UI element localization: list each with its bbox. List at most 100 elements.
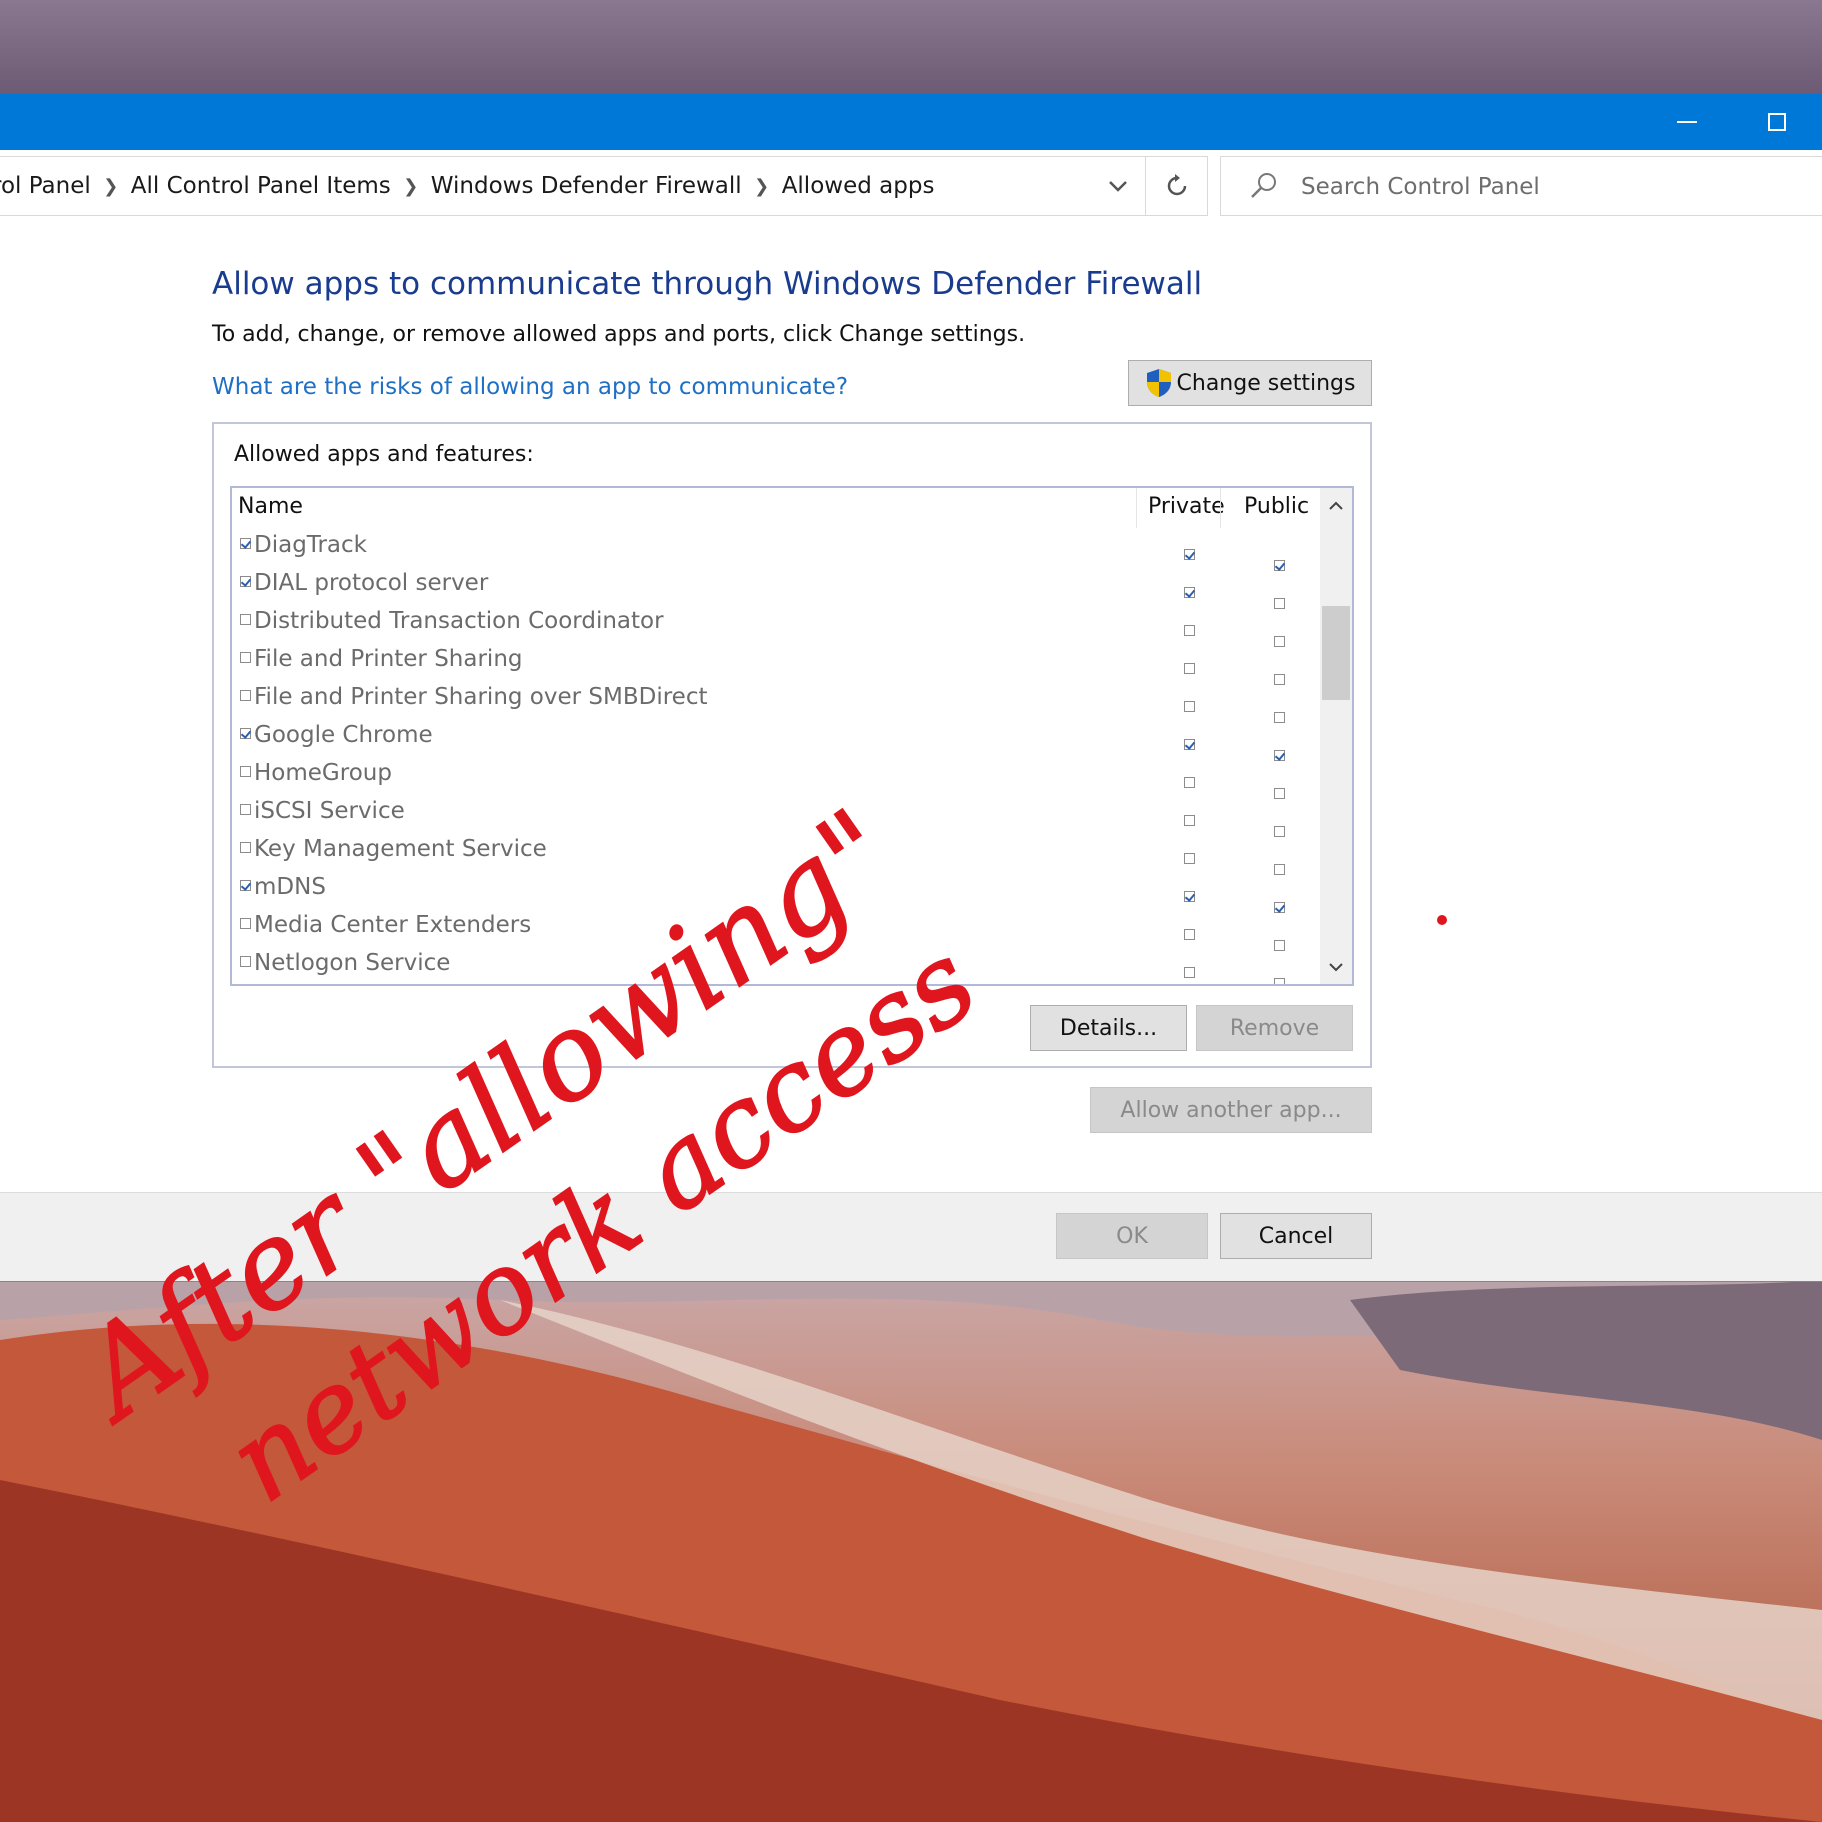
details-button[interactable]: Details... [1030, 1005, 1187, 1051]
app-name: Media Center Extenders [254, 912, 532, 938]
scroll-down-button[interactable] [1320, 950, 1352, 984]
table-row[interactable]: DiagTrack [232, 528, 1332, 571]
address-dropdown-button[interactable] [1092, 157, 1144, 215]
table-row[interactable]: File and Printer Sharing [232, 642, 1332, 685]
app-enabled-checkbox[interactable] [240, 652, 251, 663]
app-name: DIAL protocol server [254, 570, 489, 596]
public-checkbox[interactable] [1274, 978, 1285, 984]
private-checkbox[interactable] [1184, 701, 1195, 712]
app-name: File and Printer Sharing [254, 646, 523, 672]
list-scrollbar[interactable] [1320, 488, 1352, 984]
table-row[interactable]: File and Printer Sharing over SMBDirect [232, 680, 1332, 723]
breadcrumb[interactable]: rol Panel ❯ All Control Panel Items ❯ Wi… [0, 156, 1208, 216]
app-name: HomeGroup [254, 760, 392, 786]
chevron-right-icon: ❯ [754, 175, 770, 197]
column-name[interactable]: Name [238, 494, 303, 519]
table-row[interactable]: iSCSI Service [232, 794, 1332, 837]
private-checkbox[interactable] [1184, 739, 1195, 750]
private-checkbox[interactable] [1184, 777, 1195, 788]
app-name: Key Management Service [254, 836, 547, 862]
table-row[interactable]: HomeGroup [232, 756, 1332, 799]
app-enabled-checkbox[interactable] [240, 728, 251, 739]
app-name: Netlogon Service [254, 950, 451, 976]
group-label: Allowed apps and features: [234, 442, 534, 467]
app-enabled-checkbox[interactable] [240, 576, 251, 587]
breadcrumb-all-items[interactable]: All Control Panel Items [131, 173, 391, 199]
app-enabled-checkbox[interactable] [240, 614, 251, 625]
search-input[interactable] [1299, 157, 1803, 217]
cancel-button[interactable]: Cancel [1220, 1213, 1372, 1259]
app-enabled-checkbox[interactable] [240, 918, 251, 929]
private-checkbox[interactable] [1184, 815, 1195, 826]
private-checkbox[interactable] [1184, 587, 1195, 598]
app-name: DiagTrack [254, 532, 367, 558]
allowed-apps-list[interactable]: Name Private Public DiagTrack DIAL protoc… [230, 486, 1354, 986]
app-enabled-checkbox[interactable] [240, 804, 251, 815]
table-row[interactable]: Media Center Extenders [232, 908, 1332, 951]
search-icon [1251, 173, 1276, 198]
maximize-icon [1768, 113, 1786, 131]
app-name: Distributed Transaction Coordinator [254, 608, 664, 634]
list-header: Name Private Public [232, 488, 1332, 528]
minimize-button[interactable] [1642, 94, 1732, 150]
desktop-wallpaper-top [0, 0, 1822, 94]
breadcrumb-allowed-apps[interactable]: Allowed apps [782, 173, 935, 199]
column-private[interactable]: Private [1148, 494, 1225, 519]
table-row[interactable]: Key Management Service [232, 832, 1332, 875]
chevron-down-icon [1329, 962, 1343, 971]
remove-button[interactable]: Remove [1196, 1005, 1353, 1051]
app-name: mDNS [254, 874, 326, 900]
chevron-down-icon [1109, 181, 1127, 192]
breadcrumb-control-panel[interactable]: rol Panel [0, 173, 91, 199]
app-enabled-checkbox[interactable] [240, 880, 251, 891]
allowed-apps-group: Allowed apps and features: Name Private … [212, 422, 1372, 1068]
app-enabled-checkbox[interactable] [240, 766, 251, 777]
refresh-button[interactable] [1145, 157, 1208, 215]
table-row[interactable]: Distributed Transaction Coordinator [232, 604, 1332, 647]
change-settings-button[interactable]: Change settings [1128, 360, 1372, 406]
app-name: File and Printer Sharing over SMBDirect [254, 684, 708, 710]
chevron-right-icon: ❯ [103, 175, 119, 197]
column-divider [1136, 488, 1137, 528]
desktop-wallpaper-bottom [0, 1280, 1822, 1822]
page-title: Allow apps to communicate through Window… [212, 266, 1203, 302]
dialog-footer [0, 1192, 1822, 1281]
shield-icon [1146, 369, 1171, 397]
ok-button[interactable]: OK [1056, 1213, 1208, 1259]
private-checkbox[interactable] [1184, 967, 1195, 978]
risks-link[interactable]: What are the risks of allowing an app to… [212, 374, 848, 400]
change-settings-label: Change settings [1176, 370, 1356, 396]
column-divider [1220, 488, 1221, 528]
table-row[interactable]: mDNS [232, 870, 1332, 913]
private-checkbox[interactable] [1184, 853, 1195, 864]
chevron-up-icon [1329, 501, 1343, 510]
app-name: iSCSI Service [254, 798, 405, 824]
private-checkbox[interactable] [1184, 663, 1195, 674]
table-row[interactable]: DIAL protocol server [232, 566, 1332, 609]
table-row[interactable]: Netlogon Service [232, 946, 1332, 984]
app-rows: DiagTrack DIAL protocol server Distributed… [232, 528, 1332, 984]
app-enabled-checkbox[interactable] [240, 538, 251, 549]
private-checkbox[interactable] [1184, 929, 1195, 940]
maximize-button[interactable] [1732, 94, 1822, 150]
app-enabled-checkbox[interactable] [240, 956, 251, 967]
refresh-icon [1167, 174, 1187, 196]
column-public[interactable]: Public [1244, 494, 1309, 519]
title-bar [0, 94, 1822, 150]
address-bar: rol Panel ❯ All Control Panel Items ❯ Wi… [0, 156, 1822, 218]
app-name: Google Chrome [254, 722, 433, 748]
private-checkbox[interactable] [1184, 549, 1195, 560]
private-checkbox[interactable] [1184, 625, 1195, 636]
allow-another-app-button[interactable]: Allow another app... [1090, 1087, 1372, 1133]
scroll-up-button[interactable] [1320, 488, 1352, 522]
app-enabled-checkbox[interactable] [240, 842, 251, 853]
private-checkbox[interactable] [1184, 891, 1195, 902]
breadcrumb-firewall[interactable]: Windows Defender Firewall [431, 173, 742, 199]
app-enabled-checkbox[interactable] [240, 690, 251, 701]
firewall-window: rol Panel ❯ All Control Panel Items ❯ Wi… [0, 94, 1822, 1282]
search-box[interactable] [1220, 156, 1822, 217]
minimize-icon [1677, 121, 1697, 123]
scroll-thumb[interactable] [1322, 606, 1350, 700]
chevron-right-icon: ❯ [403, 175, 419, 197]
table-row[interactable]: Google Chrome [232, 718, 1332, 761]
